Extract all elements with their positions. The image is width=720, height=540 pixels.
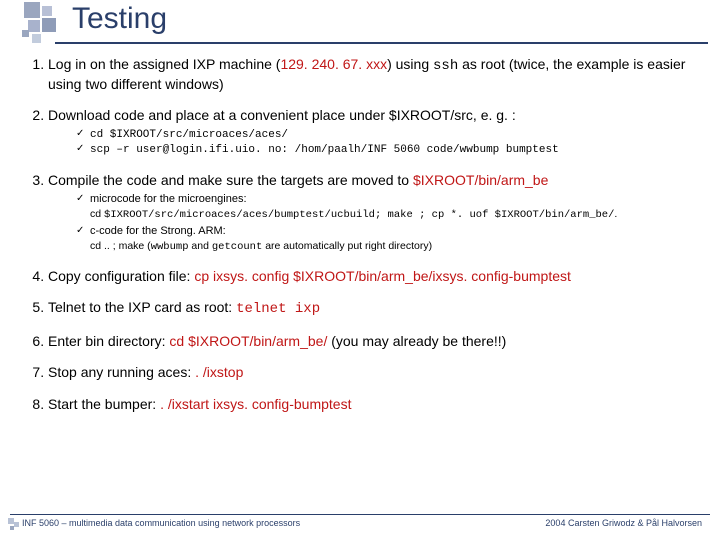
item-8: Start the bumper: . /ixstart ixsys. conf…: [48, 396, 710, 414]
footer: INF 5060 – multimedia data communication…: [0, 514, 720, 536]
item-5: Telnet to the IXP card as root: telnet i…: [48, 299, 710, 319]
sub-3a: microcode for the microengines: cd $IXRO…: [76, 192, 710, 222]
item-4: Copy configuration file: cp ixsys. confi…: [48, 268, 710, 286]
footer-left: INF 5060 – multimedia data communication…: [22, 518, 300, 528]
item-2: Download code and place at a convenient …: [48, 107, 710, 158]
sub-3b: c-code for the Strong. ARM: cd .. ; make…: [76, 224, 710, 254]
footer-line: [10, 514, 710, 515]
sub-2b: scp –r user@login.ifi.uio. no: /hom/paal…: [76, 142, 710, 158]
item-3: Compile the code and make sure the targe…: [48, 172, 710, 254]
footer-right: 2004 Carsten Griwodz & Pål Halvorsen: [545, 518, 702, 528]
item-3-sublist: microcode for the microengines: cd $IXRO…: [76, 192, 710, 254]
item-2-sublist: cd $IXROOT/src/microaces/aces/ scp –r us…: [76, 127, 710, 159]
sub-2a: cd $IXROOT/src/microaces/aces/: [76, 127, 710, 143]
numbered-list: Log in on the assigned IXP machine (129.…: [12, 56, 710, 413]
item-7: Stop any running aces: . /ixstop: [48, 364, 710, 382]
item-6: Enter bin directory: cd $IXROOT/bin/arm_…: [48, 333, 710, 351]
content-body: Log in on the assigned IXP machine (129.…: [12, 56, 710, 427]
item-1: Log in on the assigned IXP machine (129.…: [48, 56, 710, 93]
title-underline: [55, 42, 708, 44]
slide-title: Testing: [72, 2, 167, 36]
title-bar: Testing: [0, 0, 720, 48]
